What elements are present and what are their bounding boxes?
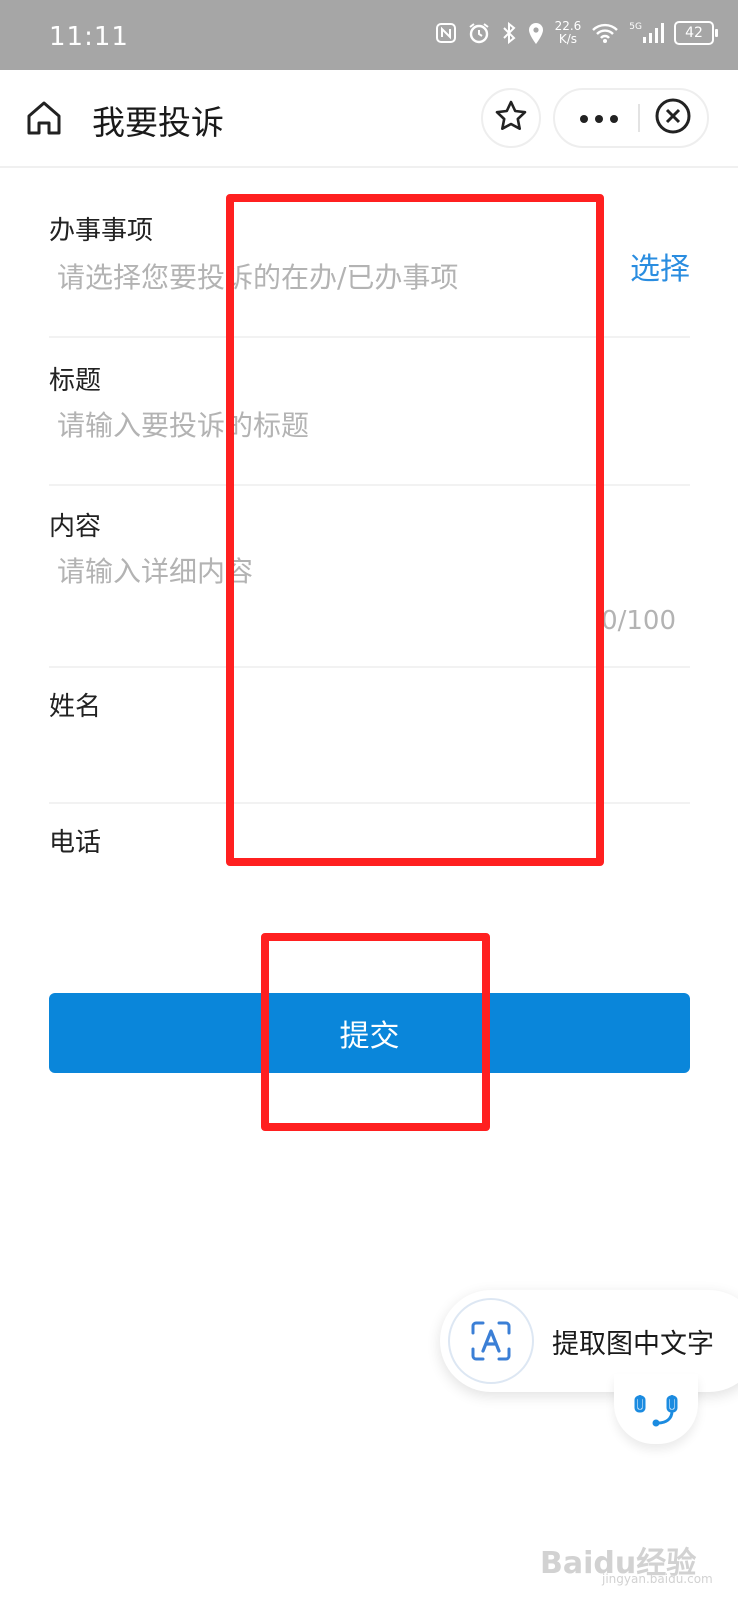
text-recognition-icon — [448, 1298, 534, 1384]
more-button[interactable] — [571, 100, 627, 136]
bluetooth-icon — [501, 21, 517, 45]
title-label: 标题 — [49, 366, 102, 396]
content-counter: 0/100 — [601, 606, 676, 636]
signal-icon: 5G — [629, 22, 664, 44]
page-title: 我要投诉 — [92, 103, 224, 142]
home-icon[interactable] — [24, 98, 64, 138]
net-speed-value: 22.6 — [554, 19, 582, 33]
name-label: 姓名 — [49, 692, 102, 722]
select-matter-link[interactable]: 选择 — [630, 244, 690, 288]
content-textarea[interactable]: 请输入详细内容 — [57, 550, 253, 590]
customer-service-button[interactable] — [614, 1374, 698, 1444]
capsule-divider — [638, 104, 640, 132]
location-icon — [527, 21, 545, 45]
status-time: 11:11 — [49, 22, 129, 52]
more-icon — [579, 109, 619, 128]
close-circle-icon — [654, 97, 692, 139]
baidu-jingyan-watermark: Baidu经验 jingyan.baidu.com — [540, 1528, 730, 1588]
nfc-icon — [435, 22, 457, 44]
status-icons: 22.6 K/s 5G 42 — [435, 20, 718, 46]
favorite-button[interactable] — [481, 88, 541, 148]
mini-program-capsule — [553, 88, 709, 148]
content-label: 内容 — [49, 512, 102, 542]
alarm-icon — [467, 21, 491, 45]
wifi-icon — [591, 22, 619, 44]
status-bar: 11:11 22.6 K/s 5G 42 — [0, 0, 738, 70]
signal-label: 5G — [629, 22, 642, 32]
watermark-url: jingyan.baidu.com — [602, 1572, 713, 1586]
net-speed: 22.6 K/s — [555, 20, 582, 46]
star-icon — [493, 98, 529, 138]
battery-level: 42 — [685, 25, 703, 41]
extract-text-label: 提取图中文字 — [552, 1329, 714, 1360]
phone-label: 电话 — [49, 828, 102, 858]
net-speed-unit: K/s — [558, 32, 578, 46]
customer-service-icon — [632, 1387, 680, 1431]
highlight-box-submit — [261, 933, 490, 1131]
battery-indicator: 42 — [674, 21, 718, 45]
matter-label: 办事事项 — [49, 216, 154, 246]
highlight-box-fields — [226, 194, 604, 866]
phone-input[interactable] — [57, 868, 657, 914]
nav-bar: 我要投诉 — [0, 70, 738, 168]
close-button[interactable] — [653, 98, 693, 138]
